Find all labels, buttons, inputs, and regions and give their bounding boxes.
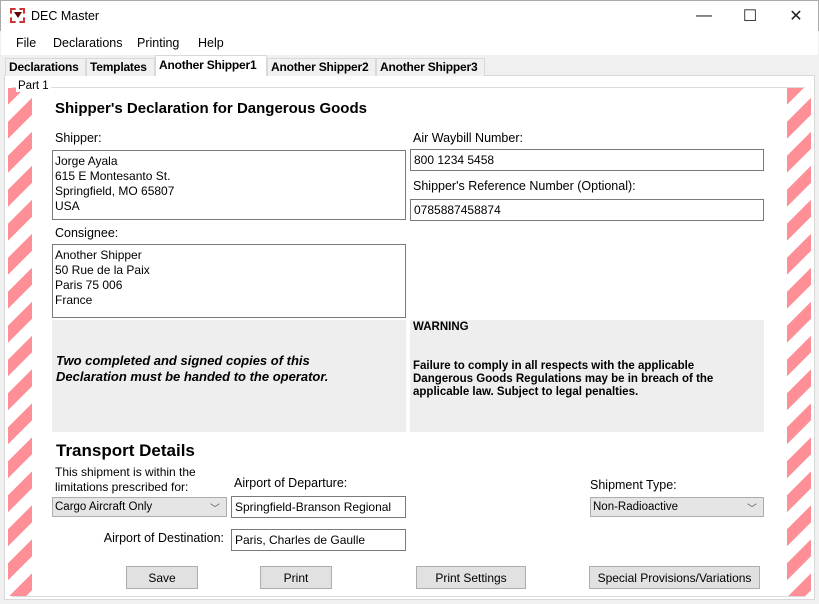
shipper-label: Shipper: <box>55 131 102 145</box>
reference-label: Shipper's Reference Number (Optional): <box>413 179 636 193</box>
departure-input[interactable]: Springfield-Branson Regional <box>231 496 406 518</box>
group-label: Part 1 <box>16 80 51 92</box>
shipment-type-value: Non-Radioactive <box>593 501 679 513</box>
menu-file[interactable]: File <box>16 36 36 50</box>
consignee-label: Consignee: <box>55 226 119 240</box>
warning-text: Failure to comply in all respects with t… <box>413 360 714 398</box>
maximize-button[interactable]: ☐ <box>727 1 773 31</box>
notice-text: Two completed and signed copies of this … <box>56 353 329 384</box>
reference-input[interactable]: 0785887458874 <box>410 199 764 221</box>
limitations-value: Cargo Aircraft Only <box>55 501 153 513</box>
warning-panel: WARNING Failure to comply in all respect… <box>410 320 764 432</box>
window-title: DEC Master <box>31 9 100 23</box>
tab-another-shipper2[interactable]: Another Shipper2 <box>267 58 376 76</box>
transport-heading: Transport Details <box>56 441 195 460</box>
shipment-type-label: Shipment Type: <box>590 478 677 492</box>
limitations-label: This shipment is within the limitations … <box>55 465 196 494</box>
close-button[interactable]: ✕ <box>773 1 819 31</box>
shipment-type-select[interactable]: Non-Radioactive ﹀ <box>590 497 764 517</box>
awb-label: Air Waybill Number: <box>413 131 523 145</box>
save-button[interactable]: Save <box>126 566 198 589</box>
title-bar: DEC Master — ☐ ✕ <box>0 0 819 31</box>
chevron-down-icon: ﹀ <box>210 504 220 515</box>
awb-input[interactable]: 800 1234 5458 <box>410 149 764 171</box>
destination-input[interactable]: Paris, Charles de Gaulle <box>231 529 406 551</box>
tab-another-shipper1[interactable]: Another Shipper1 <box>155 55 267 76</box>
destination-label: Airport of Destination: <box>103 531 224 545</box>
tab-declarations[interactable]: Declarations <box>5 58 86 76</box>
consignee-field[interactable]: Another Shipper 50 Rue de la Paix Paris … <box>52 244 406 318</box>
print-button[interactable]: Print <box>260 566 332 589</box>
minimize-button[interactable]: — <box>681 1 727 31</box>
notice-panel: Two completed and signed copies of this … <box>52 320 406 432</box>
departure-label: Airport of Departure: <box>234 476 348 490</box>
tab-another-shipper3[interactable]: Another Shipper3 <box>376 58 485 76</box>
menu-help[interactable]: Help <box>198 36 224 50</box>
hazard-stripe-right <box>787 88 811 596</box>
app-icon <box>10 8 25 23</box>
page-title: Shipper's Declaration for Dangerous Good… <box>55 100 367 117</box>
warning-title: WARNING <box>413 321 469 333</box>
shipper-field[interactable]: Jorge Ayala 615 E Montesanto St. Springf… <box>52 150 406 220</box>
tab-templates[interactable]: Templates <box>86 58 155 76</box>
menu-declarations[interactable]: Declarations <box>53 36 122 50</box>
print-settings-button[interactable]: Print Settings <box>416 566 526 589</box>
limitations-select[interactable]: Cargo Aircraft Only ﹀ <box>52 497 227 517</box>
hazard-stripe-left <box>8 88 32 596</box>
menu-bar: File Declarations Printing Help <box>1 31 818 55</box>
chevron-down-icon: ﹀ <box>747 504 757 515</box>
menu-printing[interactable]: Printing <box>137 36 179 50</box>
special-provisions-button[interactable]: Special Provisions/Variations <box>589 566 760 589</box>
